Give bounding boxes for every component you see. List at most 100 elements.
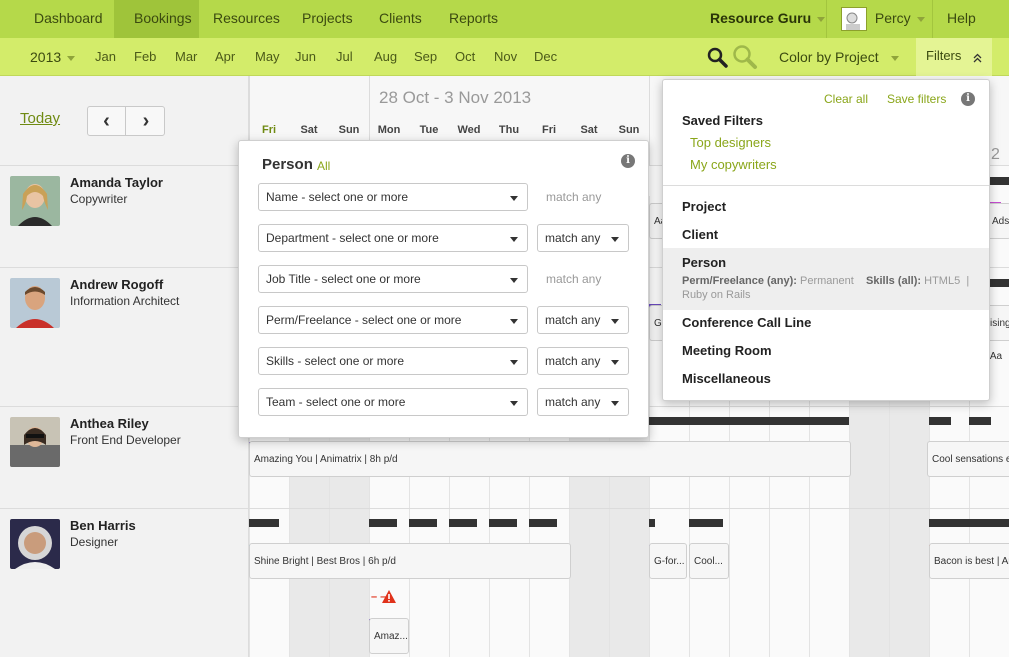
month-feb[interactable]: Feb	[134, 38, 156, 76]
filters-button[interactable]: Filters	[916, 38, 992, 76]
day-header: Tue	[419, 124, 439, 136]
warning-icon	[382, 590, 396, 603]
filter-category-miscellaneous[interactable]: Miscellaneous	[682, 371, 771, 386]
filter-category-conference-call-line[interactable]: Conference Call Line	[682, 315, 811, 330]
person-filter-panel: Person All i Name - select one or more m…	[238, 140, 649, 438]
month-dec[interactable]: Dec	[534, 38, 557, 76]
day-header: Fri	[261, 124, 277, 136]
info-icon[interactable]: i	[621, 154, 635, 168]
saved-filters-heading: Saved Filters	[682, 113, 763, 128]
saved-filter-item[interactable]: My copywriters	[690, 157, 777, 172]
chevron-down-icon	[916, 16, 925, 22]
chevron-down-icon	[817, 16, 826, 22]
nav-dashboard[interactable]: Dashboard	[14, 0, 123, 38]
collapse-icon	[973, 53, 982, 63]
job-title-filter-select[interactable]: Job Title - select one or more	[258, 265, 528, 293]
chevron-down-icon	[510, 196, 518, 201]
filter-category-project[interactable]: Project	[682, 199, 726, 214]
booking[interactable]: Bacon is best | Ard	[929, 543, 1009, 579]
month-oct[interactable]: Oct	[455, 38, 475, 76]
month-mar[interactable]: Mar	[175, 38, 197, 76]
day-header: Fri	[541, 124, 557, 136]
day-header: Wed	[457, 124, 481, 136]
next-week-button[interactable]: ›	[127, 107, 165, 135]
saved-filter-item[interactable]: Top designers	[690, 135, 771, 150]
match-mode-select[interactable]: match any	[537, 388, 629, 416]
year-label: 2013	[30, 49, 62, 65]
resource-list: Amanda Taylor Copywriter Andrew Rogoff I…	[0, 76, 249, 657]
match-mode-select[interactable]: match any	[537, 306, 629, 334]
day-header: Sun	[338, 124, 360, 136]
month-jul[interactable]: Jul	[336, 38, 353, 76]
chevron-left-icon: ‹	[103, 110, 110, 132]
chevron-down-icon	[510, 278, 518, 283]
top-nav: Dashboard Bookings Resources Projects Cl…	[0, 0, 1009, 38]
user-name: Percy	[874, 10, 911, 26]
chevron-right-icon: ›	[142, 110, 150, 132]
prev-week-button[interactable]: ‹	[88, 107, 126, 135]
booking[interactable]: Shine Bright | Best Bros | 6h p/d	[249, 543, 571, 579]
nav-bookings[interactable]: Bookings	[114, 0, 199, 38]
select-all-link[interactable]: All	[317, 159, 330, 173]
year-select[interactable]: 2013	[30, 38, 76, 76]
month-may[interactable]: May	[255, 38, 280, 76]
match-mode-label: match any	[546, 272, 602, 286]
booking[interactable]: Amaz...	[369, 618, 409, 654]
day-header: Sat	[580, 124, 598, 136]
chevron-down-icon	[510, 360, 518, 365]
team-filter-select[interactable]: Team - select one or more	[258, 388, 528, 416]
month-jan[interactable]: Jan	[95, 38, 116, 76]
panel-title: Person	[262, 156, 313, 173]
month-nov[interactable]: Nov	[494, 38, 517, 76]
save-filters-link[interactable]: Save filters	[887, 92, 946, 106]
name-filter-select[interactable]: Name - select one or more	[258, 183, 528, 211]
day-header: Sat	[300, 124, 318, 136]
filter-category-person[interactable]: Person	[682, 255, 726, 270]
user-menu[interactable]: Percy	[827, 0, 945, 38]
skills-filter-select[interactable]: Skills - select one or more	[258, 347, 528, 375]
chevron-down-icon	[611, 401, 619, 406]
filter-category-meeting-room[interactable]: Meeting Room	[682, 343, 772, 358]
chevron-down-icon	[510, 319, 518, 324]
match-mode-label: match any	[546, 190, 602, 204]
clear-all-link[interactable]: Clear all	[824, 92, 868, 106]
booking[interactable]: Cool...	[689, 543, 729, 579]
account-menu[interactable]: Resource Guru	[690, 0, 845, 38]
date-range: 28 Oct - 3 Nov 2013	[379, 88, 532, 107]
resource-name[interactable]: Anthea Riley	[70, 416, 149, 431]
filter-category-client[interactable]: Client	[682, 227, 718, 242]
today-link[interactable]: Today	[20, 110, 60, 127]
color-by-select[interactable]: Color by Project	[779, 38, 899, 76]
zoom-out-icon[interactable]	[731, 44, 759, 72]
month-aug[interactable]: Aug	[374, 38, 397, 76]
month-apr[interactable]: Apr	[215, 38, 235, 76]
booking[interactable]: Amazing You | Animatrix | 8h p/d	[249, 441, 851, 477]
resource-role: Designer	[70, 535, 119, 549]
month-sep[interactable]: Sep	[414, 38, 437, 76]
resource-role: Front End Developer	[70, 433, 181, 447]
month-jun[interactable]: Jun	[295, 38, 316, 76]
filters-label: Filters	[926, 48, 962, 63]
perm-freelance-filter-select[interactable]: Perm/Freelance - select one or more	[258, 306, 528, 334]
match-mode-select[interactable]: match any	[537, 224, 629, 252]
zoom-in-icon[interactable]	[706, 46, 730, 70]
info-icon[interactable]: i	[961, 92, 975, 106]
department-filter-select[interactable]: Department - select one or more	[258, 224, 528, 252]
avatar	[10, 519, 60, 569]
booking[interactable]: Ads	[987, 203, 1009, 239]
chevron-down-icon	[67, 55, 76, 61]
resource-role: Copywriter	[70, 192, 128, 206]
avatar	[10, 417, 60, 467]
chevron-down-icon	[611, 237, 619, 242]
nav-reports[interactable]: Reports	[429, 0, 518, 38]
resource-name[interactable]: Ben Harris	[70, 518, 136, 533]
nav-help[interactable]: Help	[933, 0, 996, 38]
booking[interactable]: Cool sensations en	[927, 441, 1009, 477]
day-header: Thu	[498, 124, 520, 136]
chevron-down-icon	[890, 55, 899, 61]
resource-name[interactable]: Amanda Taylor	[70, 175, 163, 190]
match-mode-select[interactable]: match any	[537, 347, 629, 375]
resource-name[interactable]: Andrew Rogoff	[70, 277, 163, 292]
booking[interactable]: G-for...	[649, 543, 687, 579]
avatar	[10, 176, 60, 226]
